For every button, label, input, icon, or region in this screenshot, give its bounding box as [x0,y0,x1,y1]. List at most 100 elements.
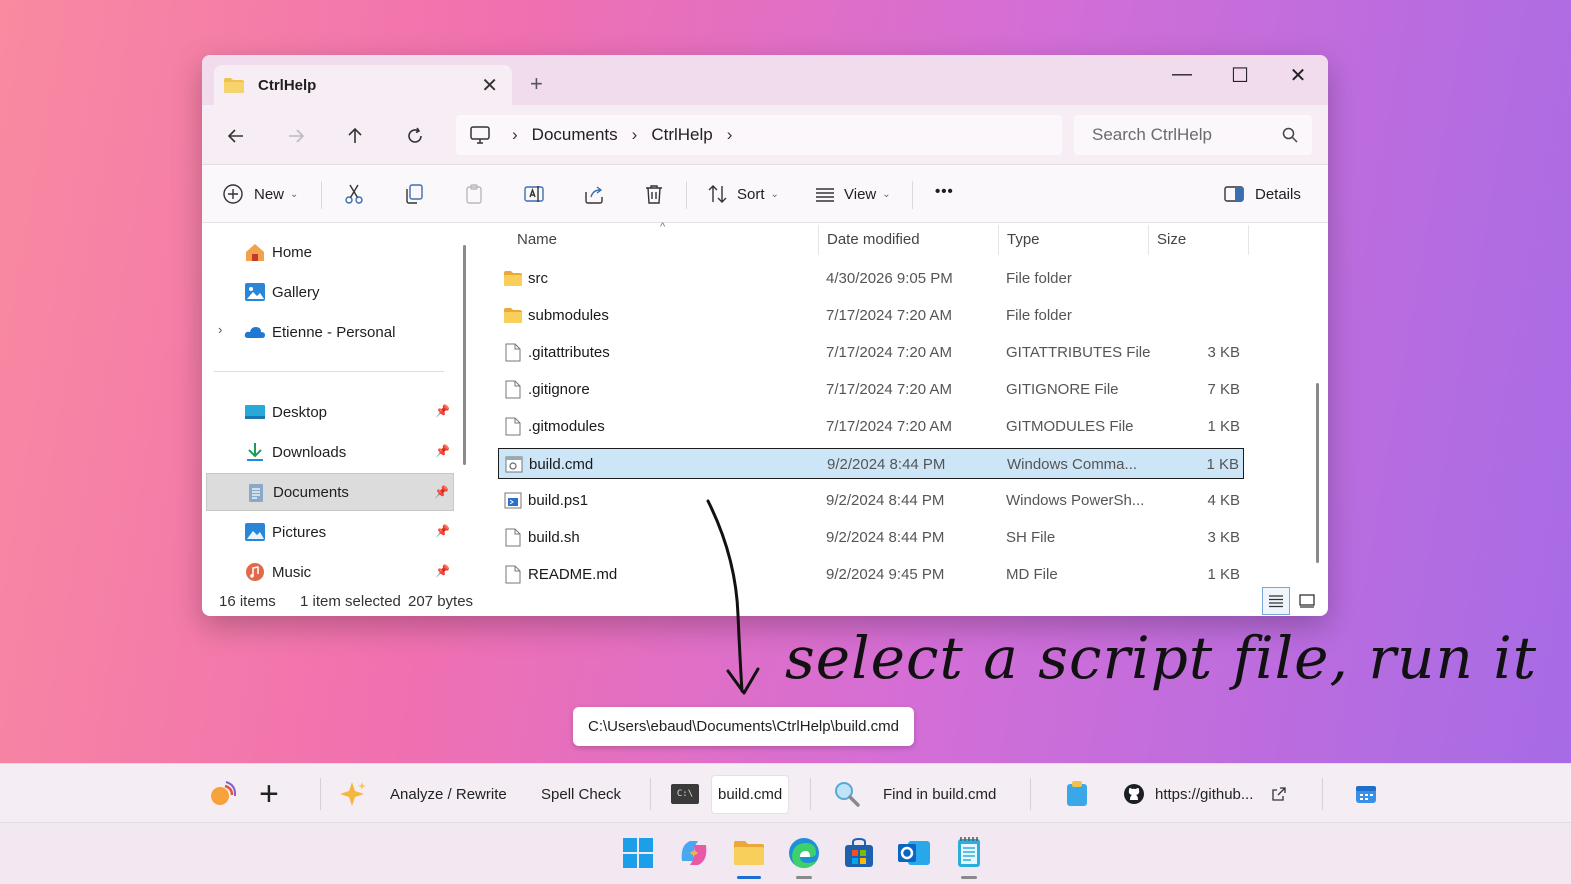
delete-button[interactable] [643,183,665,205]
breadcrumb-separator-icon: › [631,125,638,144]
more-options-button[interactable]: ••• [935,183,954,200]
file-date: 7/17/2024 7:20 AM [826,418,952,435]
sidebar-item-home[interactable]: Home [206,233,454,271]
file-row[interactable]: build.cmd 9/2/2024 8:44 PM Windows Comma..… [498,448,1244,479]
details-button[interactable]: Details [1223,183,1301,205]
chevron-right-icon[interactable]: › [218,322,222,337]
spell-check-button[interactable]: Spell Check [541,764,621,824]
sidebar-item-pictures[interactable]: Pictures 📌 [206,513,454,551]
share-icon [585,186,603,204]
windows-logo-icon [623,838,653,868]
gallery-icon [245,283,265,301]
file-explorer-app[interactable] [731,835,767,879]
minimize-button[interactable]: — [1162,63,1202,86]
file-row[interactable]: .gitignore 7/17/2024 7:20 AM GITIGNORE Fil… [498,374,1244,405]
column-header-size[interactable]: Size [1149,231,1186,255]
rename-button[interactable] [523,183,545,205]
tab-ctrlhelp[interactable]: CtrlHelp ✕ [214,65,512,105]
details-view-button[interactable] [1262,587,1290,615]
cmd-run-button[interactable]: C:\ [671,764,699,824]
copilot-app[interactable] [676,835,712,871]
search-input[interactable]: Search CtrlHelp [1074,115,1312,155]
cut-button[interactable] [343,183,365,205]
file-list-scrollbar[interactable] [1316,383,1319,563]
calendar-button[interactable] [1355,764,1377,824]
pin-icon[interactable]: 📌 [435,564,450,578]
column-header-date[interactable]: Date modified [819,231,920,255]
clipboard-button[interactable] [1065,764,1089,824]
start-button[interactable] [620,835,656,871]
sidebar-item-desktop[interactable]: Desktop 📌 [206,393,454,431]
up-button[interactable] [340,121,370,151]
file-date: 9/2/2024 8:44 PM [826,529,945,546]
navigation-bar: › Documents › CtrlHelp › Search CtrlHelp [202,105,1328,165]
terminal-icon: C:\ [671,784,699,804]
refresh-button[interactable] [400,121,430,151]
github-link-button[interactable]: https://github... [1123,764,1287,824]
maximize-button[interactable]: ☐ [1220,63,1260,88]
column-divider[interactable] [1248,225,1249,255]
copy-icon [406,184,423,204]
open-build-cmd-button[interactable]: build.cmd [711,764,790,824]
tiles-view-button[interactable] [1293,587,1321,615]
sidebar-item-downloads[interactable]: Downloads 📌 [206,433,454,471]
file-row[interactable]: src 4/30/2026 9:05 PM File folder [498,263,1244,294]
pin-icon[interactable]: 📌 [435,404,450,418]
build-cmd-label: build.cmd [711,774,790,814]
edge-app[interactable] [786,835,822,879]
column-header-name[interactable]: Name [509,231,557,255]
folder-icon [504,271,522,286]
sidebar-item-onedrive[interactable]: › Etienne - Personal [206,313,454,351]
onedrive-icon [244,327,265,338]
add-button[interactable]: + [259,764,279,824]
file-type: Windows Comma... [1007,456,1138,473]
new-button[interactable]: New ⌄ [222,183,298,205]
address-bar[interactable]: › Documents › CtrlHelp › [456,115,1062,155]
analyze-rewrite-button[interactable]: Analyze / Rewrite [340,764,507,824]
file-row[interactable]: build.ps1 9/2/2024 8:44 PM Windows PowerSh… [498,485,1244,516]
sort-ascending-icon: ^ [660,221,666,233]
outlook-app[interactable] [896,835,932,871]
file-row[interactable]: .gitmodules 7/17/2024 7:20 AM GITMODULES F… [498,411,1244,442]
ctrlhelp-logo-button[interactable] [208,764,236,824]
details-label: Details [1255,185,1301,203]
sidebar-item-label: Music [272,563,312,581]
file-icon [505,343,521,362]
file-date: 7/17/2024 7:20 AM [826,381,952,398]
breadcrumb-separator-icon[interactable]: › [727,125,733,145]
sidebar-scrollbar[interactable] [463,245,466,465]
breadcrumb-documents[interactable]: Documents [532,125,618,145]
pin-icon[interactable]: 📌 [435,524,450,538]
sidebar-item-documents[interactable]: Documents 📌 [206,473,454,511]
pin-icon[interactable]: 📌 [435,444,450,458]
chevron-down-icon: ⌄ [770,188,779,200]
file-row[interactable]: .gitattributes 7/17/2024 7:20 AM GITATTRIB… [498,337,1244,368]
file-name: build.sh [528,529,580,546]
tab-close-icon[interactable]: ✕ [481,73,498,98]
find-in-file-button[interactable]: Find in build.cmd [833,764,996,824]
forward-button[interactable] [281,121,311,151]
pin-icon[interactable]: 📌 [434,485,449,499]
search-placeholder: Search CtrlHelp [1092,125,1212,144]
view-button[interactable]: View ⌄ [814,183,891,205]
file-type: GITIGNORE File [1006,381,1119,398]
sort-button[interactable]: Sort ⌄ [707,183,779,205]
file-row[interactable]: submodules 7/17/2024 7:20 AM File folder [498,300,1244,331]
file-size: 4 KB [1207,492,1240,509]
chevron-down-icon: ⌄ [290,188,299,200]
notepad-app[interactable] [951,835,987,879]
new-tab-button[interactable]: + [530,71,543,97]
search-icon [1282,127,1298,143]
copy-button[interactable] [403,183,425,205]
store-app[interactable] [841,835,877,871]
share-button[interactable] [583,183,605,205]
paste-button[interactable] [463,183,485,205]
back-button[interactable] [221,121,251,151]
close-window-button[interactable]: ✕ [1278,63,1318,88]
sidebar-item-gallery[interactable]: Gallery [206,273,454,311]
home-icon [246,244,264,261]
breadcrumb-ctrlhelp[interactable]: CtrlHelp [651,125,712,145]
column-header-type[interactable]: Type [999,231,1040,255]
file-name: src [528,270,548,287]
file-row[interactable]: build.sh 9/2/2024 8:44 PM SH File 3 KB [498,522,1244,553]
